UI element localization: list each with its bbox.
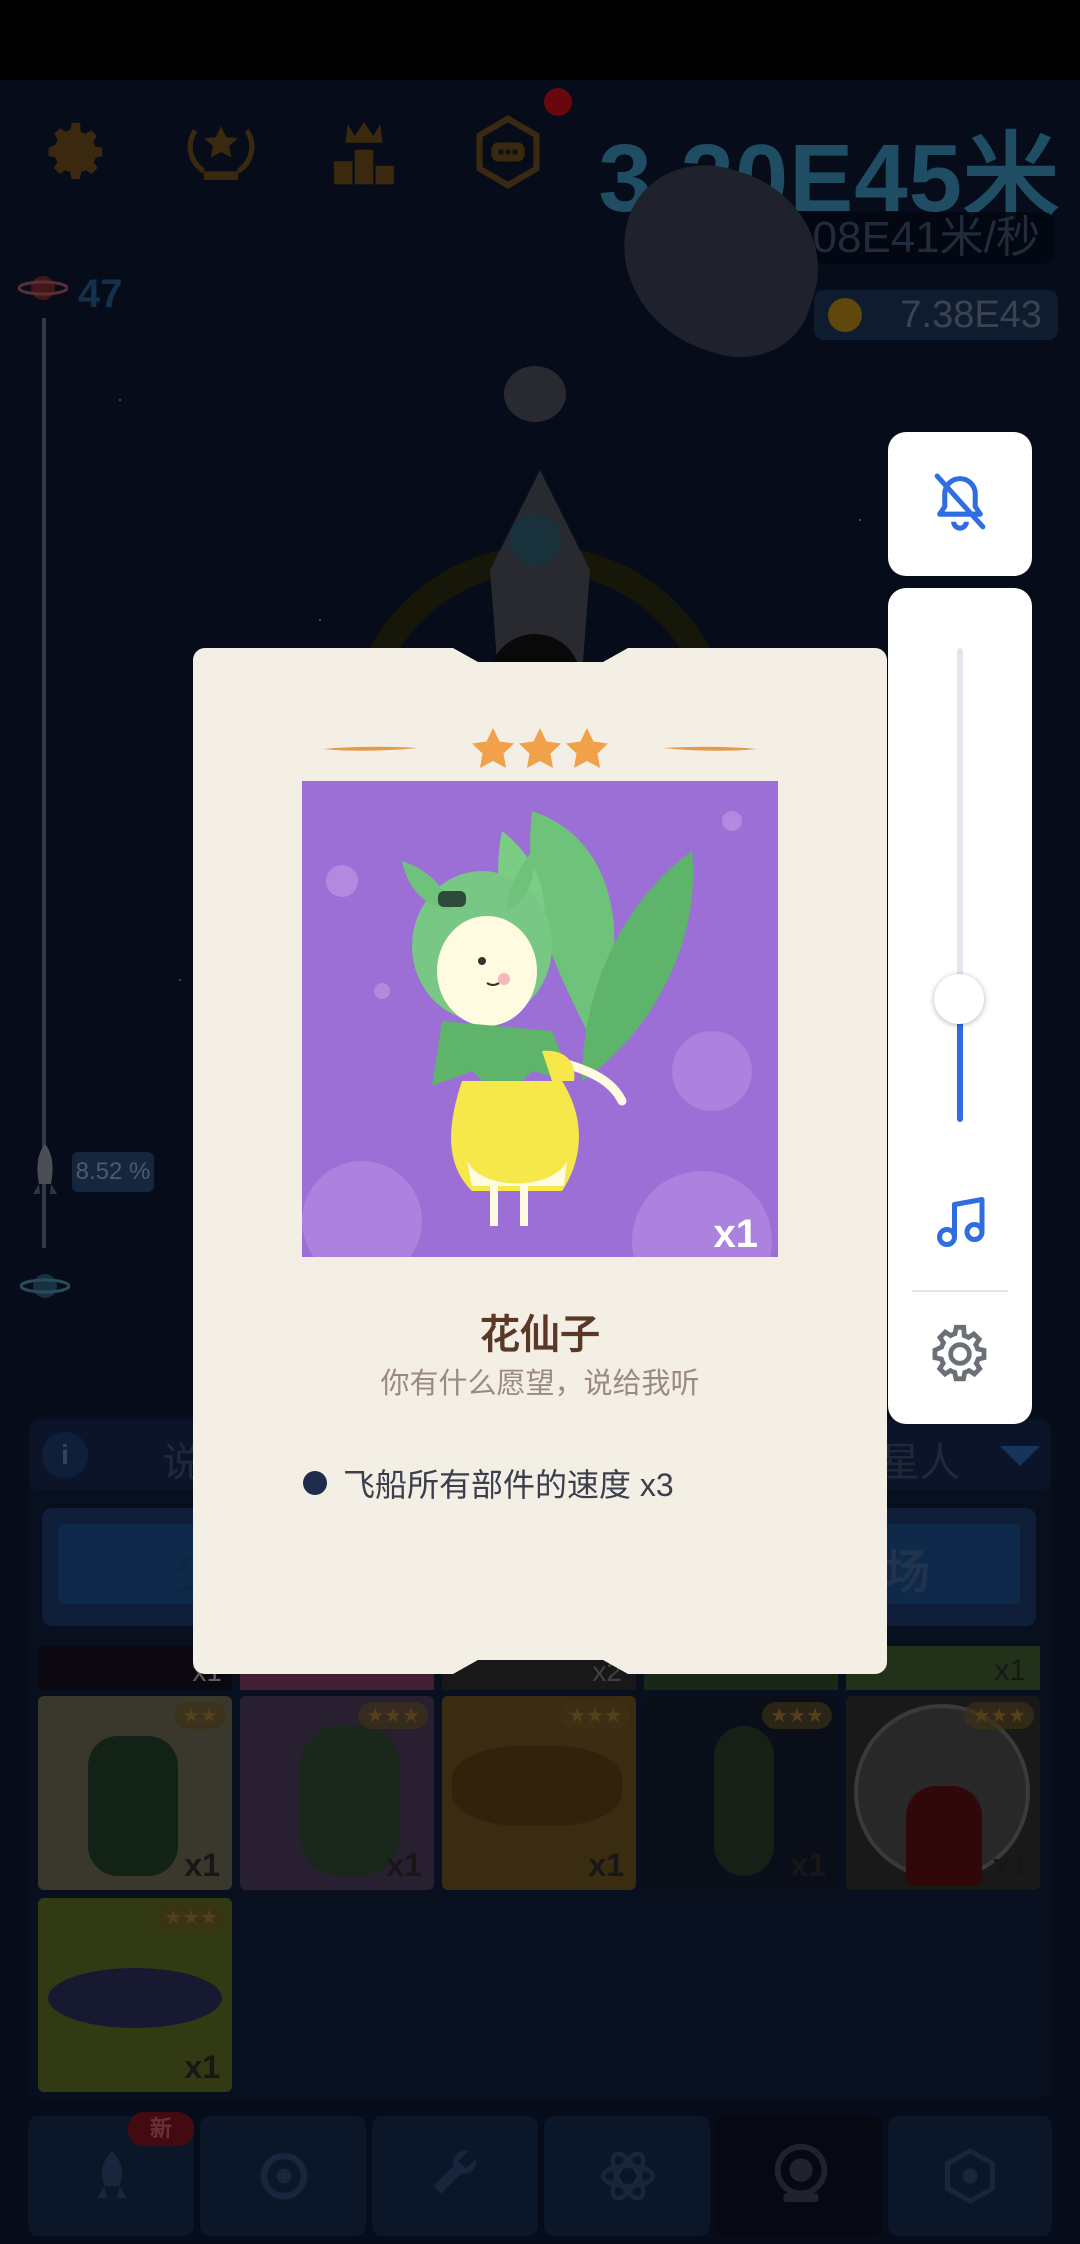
effect-text: 飞船所有部件的速度 x3 — [343, 1467, 674, 1503]
volume-slider-thumb[interactable] — [934, 974, 984, 1024]
character-name: 花仙子 — [480, 1313, 600, 1357]
mute-toggle-button[interactable] — [888, 432, 1032, 576]
music-note-icon[interactable] — [932, 1192, 992, 1252]
volume-divider — [912, 1290, 1008, 1292]
effect-item: 飞船所有部件的速度 x3 — [303, 1460, 674, 1506]
bullet-dot — [303, 1471, 327, 1495]
character-dialog: x1 花仙子 你有什么愿望，说给我听 飞船所有部件的速度 x3 — [193, 648, 887, 1674]
rarity-stars-row — [323, 728, 757, 768]
character-quote: 你有什么愿望，说给我听 — [380, 1368, 700, 1400]
volume-panel — [888, 588, 1032, 1424]
character-portrait: x1 — [302, 781, 778, 1257]
bell-off-icon — [934, 473, 986, 531]
sound-settings-gear-icon[interactable] — [928, 1322, 992, 1386]
portrait-quantity: x1 — [713, 1212, 759, 1256]
